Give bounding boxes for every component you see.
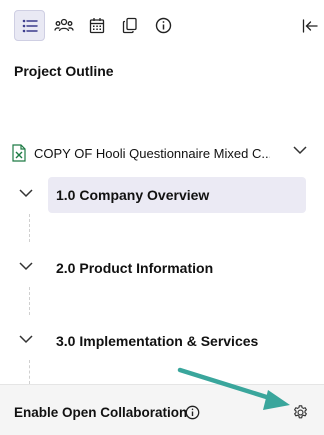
chevron-down-icon[interactable] xyxy=(292,145,308,155)
list-icon xyxy=(22,19,38,32)
outline-section-3[interactable]: 3.0 Implementation & Services xyxy=(0,323,324,359)
info-button[interactable] xyxy=(148,10,179,41)
outline-guide-line xyxy=(29,287,30,315)
section-label: 2.0 Product Information xyxy=(56,260,214,276)
file-row[interactable]: COPY OF Hooli Questionnaire Mixed C... xyxy=(12,141,312,165)
outline-section-1[interactable]: 1.0 Company Overview xyxy=(0,177,324,213)
section-label-box[interactable]: 2.0 Product Information xyxy=(48,250,306,286)
toolbar xyxy=(0,0,324,50)
calendar-button[interactable] xyxy=(81,10,112,41)
collaboration-footer: Enable Open Collaboration xyxy=(0,384,324,435)
copy-button[interactable] xyxy=(114,10,145,41)
people-icon xyxy=(53,18,74,31)
excel-file-icon xyxy=(12,144,26,162)
file-name: COPY OF Hooli Questionnaire Mixed C... xyxy=(34,145,270,161)
section-label: 1.0 Company Overview xyxy=(56,187,210,203)
section-label-box[interactable]: 1.0 Company Overview xyxy=(48,177,306,213)
outline-guide-line xyxy=(29,214,30,242)
outline-section-2[interactable]: 2.0 Product Information xyxy=(0,250,324,286)
chevron-down-icon[interactable] xyxy=(18,334,34,344)
outline-guide-line xyxy=(29,360,30,384)
info-icon[interactable] xyxy=(185,405,200,420)
calendar-icon xyxy=(89,18,104,34)
section-label: 3.0 Implementation & Services xyxy=(56,333,259,349)
collapse-panel-button[interactable] xyxy=(298,10,322,41)
collaborators-button[interactable] xyxy=(48,10,79,41)
collab-label: Enable Open Collaboration xyxy=(14,405,188,420)
copy-icon xyxy=(122,17,137,34)
list-view-button[interactable] xyxy=(14,10,45,41)
section-label-box[interactable]: 3.0 Implementation & Services xyxy=(48,323,306,359)
gear-icon[interactable] xyxy=(292,404,309,421)
chevron-down-icon[interactable] xyxy=(18,188,34,198)
outline-title: Project Outline xyxy=(14,63,114,79)
info-icon xyxy=(155,17,172,34)
chevron-down-icon[interactable] xyxy=(18,261,34,271)
collapse-left-icon xyxy=(302,18,318,33)
